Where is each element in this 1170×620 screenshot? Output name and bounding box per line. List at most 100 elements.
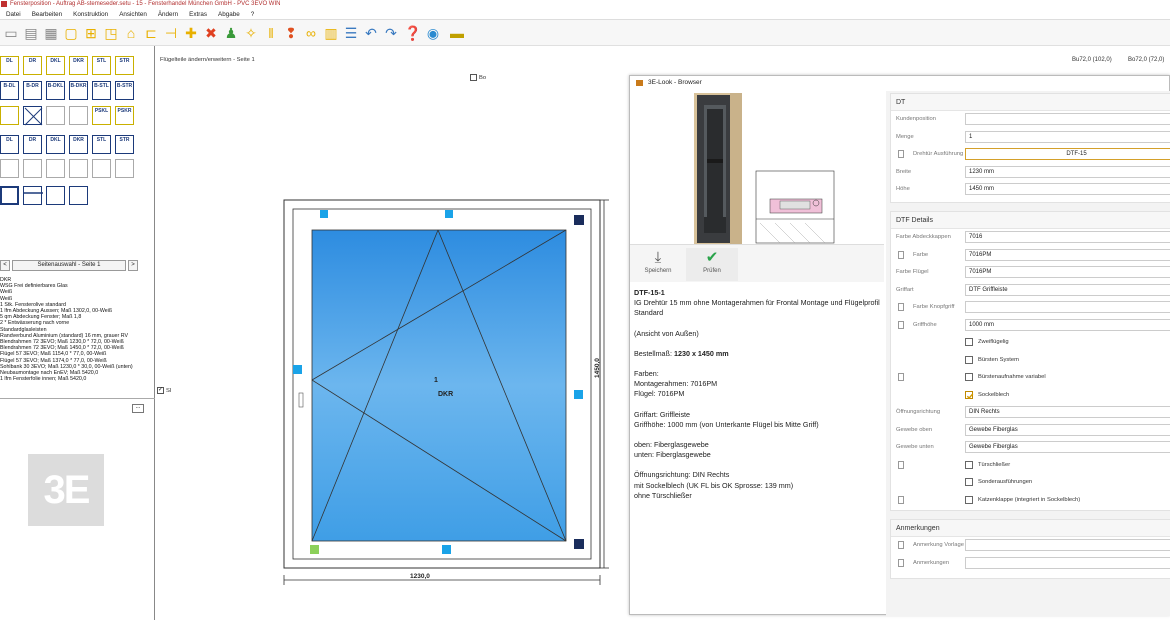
bookmark-icon[interactable] (898, 460, 904, 469)
sash-tile-dkl[interactable]: DKL (46, 56, 65, 75)
sash-tile-blank-2-3[interactable] (69, 106, 88, 125)
sash-tile-b-str[interactable]: B-STR (115, 81, 134, 100)
sash-tile-dr[interactable]: DR (23, 56, 42, 75)
sash-tile-b-stl[interactable]: B-STL (92, 81, 111, 100)
sash-tile-pskr[interactable]: PSKR (115, 106, 134, 125)
frame-shape-tile[interactable] (0, 186, 19, 205)
buersten-var-checkbox[interactable] (965, 373, 973, 381)
bookmark-icon[interactable] (898, 495, 904, 504)
anm-field[interactable] (965, 556, 1170, 569)
menge-field[interactable]: 1 (965, 130, 1170, 143)
frame-shape-tile[interactable] (69, 186, 88, 205)
bookmark-icon[interactable] (898, 150, 904, 158)
sash-tile-stl[interactable]: STL (92, 135, 111, 154)
bookmark-icon[interactable] (898, 320, 904, 329)
redo-icon[interactable]: ↷ (382, 24, 400, 42)
menu-bearbeiten[interactable]: Bearbeiten (26, 9, 67, 20)
sash-tile-dl[interactable]: DL (0, 135, 19, 154)
bo-checkbox[interactable] (470, 74, 477, 81)
sash-tile-b-dkl[interactable]: B-DKL (46, 81, 65, 100)
abdeck-field[interactable]: 7016 (965, 231, 1170, 243)
save-icon[interactable]: ▤ (22, 24, 40, 42)
sockelblech-checkbox[interactable] (965, 390, 974, 399)
save-button[interactable]: ⤓ Speichern (632, 248, 684, 281)
glasses-icon[interactable]: ∞ (302, 24, 320, 42)
cross-icon[interactable]: ✚ (182, 24, 200, 42)
undo-icon[interactable]: ↶ (362, 24, 380, 42)
griffart-field[interactable]: DTF Griffleiste (965, 283, 1170, 296)
bookmark-icon[interactable] (898, 373, 904, 381)
menu-extras[interactable]: Extras (183, 9, 212, 20)
knopf-field[interactable] (965, 301, 1170, 313)
frame-shape-tile[interactable] (46, 186, 65, 205)
pager-next-button[interactable]: > (128, 260, 138, 271)
sash-tile-dr[interactable]: DR (23, 135, 42, 154)
info-icon[interactable]: ▬ (448, 24, 466, 42)
frame-icon[interactable]: ▢ (62, 24, 80, 42)
hoehe-field[interactable]: 1450 mm (965, 183, 1170, 195)
vorlage-field[interactable] (965, 539, 1170, 551)
fitting-icon[interactable]: ❢ (282, 24, 300, 42)
tools-icon[interactable]: ✖ (202, 24, 220, 42)
frame-shape-tile[interactable] (23, 186, 43, 205)
door-icon[interactable]: ◳ (102, 24, 120, 42)
pager-prev-button[interactable]: < (0, 260, 10, 271)
buersten-checkbox[interactable] (965, 355, 973, 364)
sash-tile-dkr[interactable]: DKR (69, 135, 88, 154)
more-button[interactable]: ... (132, 404, 144, 413)
sash-tile-dkl[interactable]: DKL (46, 135, 65, 154)
sonder-checkbox[interactable] (965, 478, 973, 486)
transom-icon[interactable]: ⊣ (162, 24, 180, 42)
menu-datei[interactable]: Datei (0, 9, 26, 20)
tuerschliesser-checkbox[interactable] (965, 460, 973, 469)
fluegel-field[interactable]: 7016PM (965, 266, 1170, 278)
bookmark-icon[interactable] (898, 558, 904, 567)
breite-field[interactable]: 1230 mm (965, 165, 1170, 178)
gew-unten-field[interactable]: Gewebe Fiberglas (965, 441, 1170, 453)
calculator-icon[interactable]: ▥ (322, 24, 340, 42)
sash-tile-empty[interactable] (46, 159, 65, 178)
magic-icon[interactable]: ✧ (242, 24, 260, 42)
sash-tile-dkr[interactable]: DKR (69, 56, 88, 75)
sash-tile-dl[interactable]: DL (0, 56, 19, 75)
profile-icon[interactable]: ⊏ (142, 24, 160, 42)
menu-konstruktion[interactable]: Konstruktion (67, 9, 113, 20)
sash-tile-b-dr[interactable]: B-DR (23, 81, 42, 100)
bookmark-icon[interactable] (898, 303, 904, 311)
menu-help[interactable]: ? (245, 9, 260, 20)
sash-tile-empty[interactable] (23, 159, 42, 178)
sash-tile-b-dl[interactable]: B-DL (0, 81, 19, 100)
help-icon[interactable]: ❓ (404, 24, 422, 42)
katzen-checkbox[interactable] (965, 495, 973, 504)
kundenposition-field[interactable] (965, 113, 1170, 125)
check-button[interactable]: ✔ Prüfen (686, 248, 738, 281)
sash-tile-empty[interactable] (115, 159, 134, 178)
sash-tile-str[interactable]: STR (115, 56, 134, 75)
oeffnung-field[interactable]: DIN Rechts (965, 406, 1170, 418)
sash-tile-pskl[interactable]: PSKL (92, 106, 111, 125)
new-doc-icon[interactable]: ▭ (2, 24, 20, 42)
menu-aendern[interactable]: Ändern (152, 9, 183, 20)
sash-tile-empty[interactable] (69, 159, 88, 178)
bookmark-icon[interactable] (898, 250, 904, 259)
sash-tile-stl[interactable]: STL (92, 56, 111, 75)
zweifluegelig-checkbox[interactable] (965, 338, 973, 346)
si-checkbox[interactable]: ✓ (157, 387, 164, 394)
menu-ansichten[interactable]: Ansichten (113, 9, 152, 20)
sash-tile-b-dkr[interactable]: B-DKR (69, 81, 88, 100)
bookmark-icon[interactable] (898, 541, 904, 549)
sash-tile-empty[interactable] (92, 159, 111, 178)
arch-icon[interactable]: ⌂ (122, 24, 140, 42)
split-icon[interactable]: ǁ (262, 24, 280, 42)
mullion-icon[interactable]: ⊞ (82, 24, 100, 42)
griffhoehe-field[interactable]: 1000 mm (965, 318, 1170, 331)
sash-tile-blank-2-0[interactable] (0, 106, 19, 125)
gew-oben-field[interactable]: Gewebe Fiberglas (965, 423, 1170, 436)
menu-abgabe[interactable]: Abgabe (212, 9, 245, 20)
list-icon[interactable]: ☰ (342, 24, 360, 42)
sash-tile-empty[interactable] (0, 159, 19, 178)
ausfuehrung-field[interactable]: DTF-15 (965, 148, 1170, 160)
sash-tile-str[interactable]: STR (115, 135, 134, 154)
person-icon[interactable]: ♟ (222, 24, 240, 42)
sash-tile-blank-2-1[interactable] (23, 106, 43, 126)
